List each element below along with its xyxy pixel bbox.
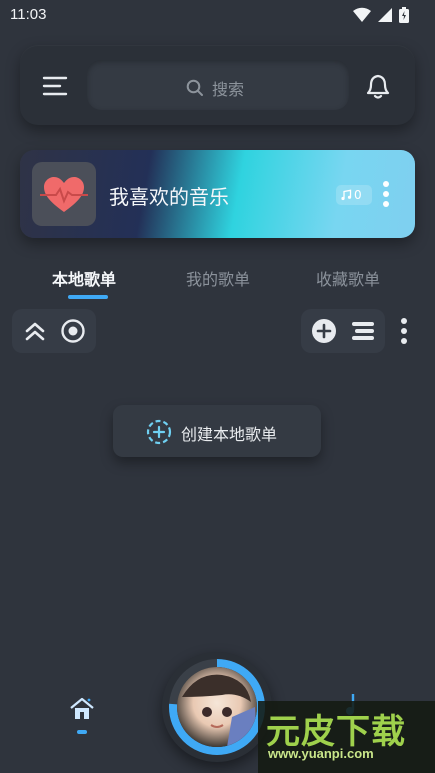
collapse-icon (25, 322, 45, 341)
favorite-count-value: 0 (354, 188, 362, 202)
favorite-title: 我喜欢的音乐 (109, 185, 229, 209)
notification-button[interactable] (360, 68, 396, 104)
list-icon (352, 322, 374, 340)
signal-icon (378, 8, 392, 22)
favorite-song-count: 0 (336, 185, 372, 205)
toolbar-more-button[interactable] (396, 316, 412, 348)
list-manage-button[interactable] (349, 317, 377, 349)
search-placeholder: 搜索 (212, 80, 245, 99)
favorite-cover (32, 162, 96, 226)
home-icon (70, 697, 94, 719)
locate-playing-button[interactable] (59, 317, 87, 349)
album-cover (177, 667, 257, 747)
menu-icon (42, 76, 68, 96)
search-field[interactable]: 搜索 (186, 76, 244, 100)
music-note-icon (341, 189, 352, 201)
locate-icon (61, 319, 85, 343)
status-bar: 11:03 (0, 0, 435, 30)
status-icons (353, 7, 409, 23)
menu-button[interactable] (38, 70, 74, 102)
bell-icon (366, 74, 390, 99)
tab-collected-playlists[interactable]: 收藏歌单 (316, 266, 380, 290)
favorite-more-button[interactable] (378, 178, 394, 210)
tab-my-playlists[interactable]: 我的歌单 (186, 266, 250, 290)
add-icon (312, 319, 336, 343)
collapse-button[interactable] (22, 319, 48, 349)
search-icon (186, 79, 203, 96)
create-local-playlist-label: 创建本地歌单 (181, 425, 278, 444)
more-vertical-icon (401, 318, 407, 344)
more-vertical-icon (383, 181, 389, 207)
nav-home[interactable] (68, 695, 96, 723)
tab-local-playlists[interactable]: 本地歌单 (52, 266, 116, 290)
wifi-icon (353, 7, 371, 23)
watermark-url: www.yuanpi.com (268, 746, 374, 761)
battery-icon (399, 7, 409, 23)
add-circle-icon (145, 418, 173, 450)
heart-icon (40, 177, 88, 212)
add-playlist-button[interactable] (310, 317, 338, 349)
tab-indicator (68, 295, 108, 299)
status-time: 11:03 (10, 6, 47, 23)
nav-home-indicator (77, 730, 87, 734)
